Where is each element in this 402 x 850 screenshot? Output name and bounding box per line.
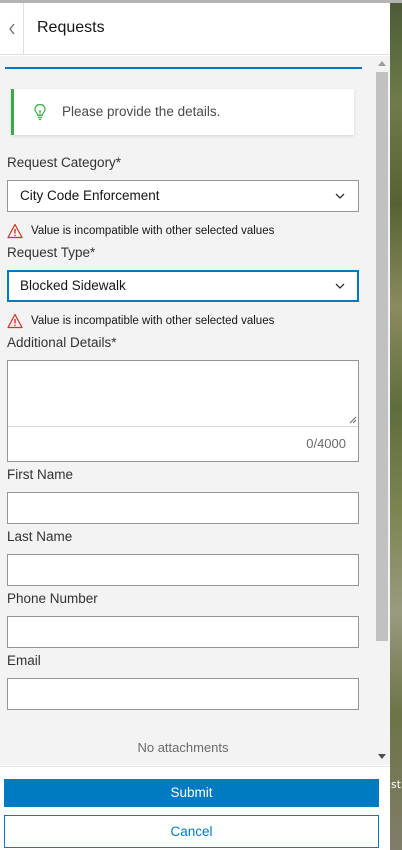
error-message: Value is incompatible with other selecte… bbox=[31, 225, 275, 237]
chevron-down-icon bbox=[335, 193, 345, 199]
lightbulb-icon bbox=[34, 103, 46, 121]
additional-details-textarea[interactable]: 0/4000 bbox=[7, 360, 359, 462]
panel-header: Requests bbox=[0, 3, 390, 55]
form-scroll-area[interactable]: Please provide the details. Request Cate… bbox=[0, 56, 374, 765]
character-counter: 0/4000 bbox=[306, 436, 346, 451]
requests-panel: Requests Please provide the details. Req… bbox=[0, 0, 390, 850]
first-name-label: First Name bbox=[7, 467, 74, 482]
request-category-value: City Code Enforcement bbox=[20, 188, 160, 203]
divider bbox=[5, 67, 362, 69]
request-category-label: Request Category* bbox=[7, 155, 122, 170]
top-border bbox=[0, 0, 402, 3]
resize-handle-icon[interactable] bbox=[349, 416, 357, 424]
request-type-select[interactable]: Blocked Sidewalk bbox=[7, 270, 359, 302]
info-notice: Please provide the details. bbox=[11, 89, 354, 135]
attachments-status: No attachments bbox=[137, 740, 229, 755]
notice-text: Please provide the details. bbox=[62, 104, 221, 119]
chevron-left-icon bbox=[8, 23, 15, 35]
form-footer: Submit Cancel bbox=[0, 766, 390, 850]
additional-details-label: Additional Details* bbox=[7, 335, 117, 350]
error-message: Value is incompatible with other selecte… bbox=[31, 315, 275, 327]
email-label: Email bbox=[7, 653, 41, 668]
warning-icon bbox=[7, 313, 23, 329]
map-background[interactable]: st bbox=[390, 0, 402, 850]
first-name-field[interactable] bbox=[7, 492, 359, 524]
cancel-button[interactable]: Cancel bbox=[4, 815, 379, 848]
back-button[interactable] bbox=[0, 3, 24, 55]
page-title: Requests bbox=[37, 19, 105, 36]
chevron-down-icon bbox=[335, 283, 345, 289]
request-type-label: Request Type* bbox=[7, 245, 96, 260]
map-label: st bbox=[391, 778, 402, 791]
last-name-field[interactable] bbox=[7, 554, 359, 586]
request-category-select[interactable]: City Code Enforcement bbox=[7, 180, 359, 212]
email-field[interactable] bbox=[7, 678, 359, 710]
submit-button[interactable]: Submit bbox=[4, 779, 379, 807]
last-name-label: Last Name bbox=[7, 529, 73, 544]
additional-details-input[interactable] bbox=[8, 361, 358, 427]
phone-number-label: Phone Number bbox=[7, 591, 98, 606]
request-type-value: Blocked Sidewalk bbox=[20, 278, 126, 293]
phone-number-field[interactable] bbox=[7, 616, 359, 648]
scrollbar-thumb[interactable] bbox=[376, 72, 388, 641]
scroll-down-arrow-icon[interactable] bbox=[378, 754, 386, 759]
scroll-up-arrow-icon[interactable] bbox=[378, 61, 386, 66]
scrollbar[interactable] bbox=[374, 56, 390, 765]
warning-icon bbox=[7, 223, 23, 239]
